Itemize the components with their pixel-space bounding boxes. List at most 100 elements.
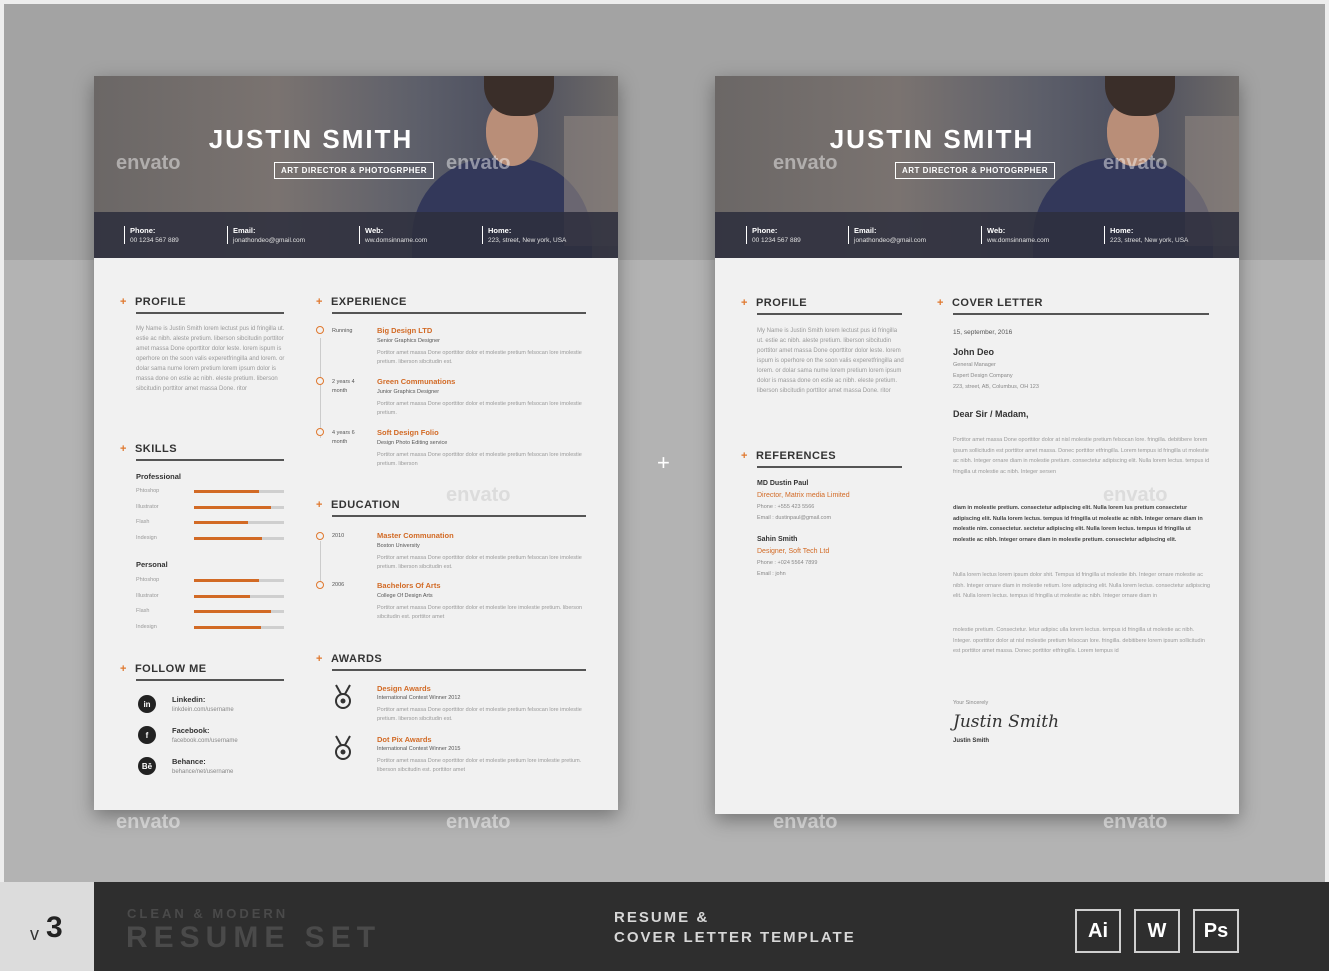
watermark: envato — [446, 152, 511, 174]
medal-icon — [335, 735, 351, 760]
skills-rule — [136, 459, 284, 461]
word-badge: W — [1134, 909, 1180, 953]
plus-icon: + — [316, 499, 323, 511]
contact-value: ww.domsinname.com — [365, 237, 428, 244]
behance-value[interactable]: behance/net/username — [172, 769, 233, 775]
skill-bar-fill — [194, 625, 261, 629]
reference-phone: Phone : +024 5564 7899 — [757, 560, 818, 566]
reference-role: Designer, Soft Tech Ltd — [757, 548, 830, 555]
contact-label: Home: — [488, 226, 512, 235]
skill-name: Illustrator — [136, 503, 159, 510]
plus-icon: + — [937, 297, 944, 309]
education-rule — [332, 515, 586, 517]
experience-title: + EXPERIENCE — [316, 296, 407, 308]
references-rule — [757, 466, 902, 468]
contact-label: Home: — [1110, 226, 1134, 235]
timeline-dot — [316, 532, 324, 540]
letter-recipient: John Deo — [953, 347, 995, 357]
award-name: Dot Pix Awards — [377, 735, 432, 744]
follow-title-text: FOLLOW ME — [134, 663, 207, 675]
experience-position: Senior Graphics Designer — [377, 338, 440, 344]
contact-label: Web: — [987, 226, 1006, 235]
cover-profile-title: + PROFILE — [741, 297, 807, 309]
version-number: 3 — [46, 911, 63, 944]
reference-name: Sahin Smith — [757, 536, 798, 543]
skill-bar — [194, 490, 284, 493]
education-desc: Portitor amet massa Done oporttitor dolo… — [377, 605, 583, 620]
plus-icon: + — [120, 296, 127, 308]
letter-paragraph: Portitor amet massa Done oporttitor dolo… — [953, 437, 1210, 475]
experience-desc: Portitor amet massa Done oporttitor dolo… — [377, 350, 582, 365]
education-year: 2006 — [332, 582, 345, 588]
reference-phone: Phone : +555 423 5566 — [757, 504, 815, 510]
contact-value: 223, street, New york, USA — [488, 237, 567, 244]
recipient-line: Expert Design Company — [953, 373, 1013, 379]
experience-desc: Portitor amet massa Done oporttitor dolo… — [377, 452, 582, 467]
education-timeline — [320, 541, 321, 586]
footer-tagline-1: RESUME & — [614, 909, 710, 926]
education-title-text: EDUCATION — [330, 499, 401, 511]
skill-bar — [194, 521, 284, 524]
profile-title-text: PROFILE — [134, 296, 187, 308]
signature: Justin Smith — [953, 712, 1060, 732]
watermark: envato — [773, 152, 838, 174]
reference-name: MD Dustin Paul — [757, 480, 809, 487]
follow-rule — [136, 679, 284, 681]
facebook-value[interactable]: facebook.com/username — [172, 738, 238, 744]
contact-web: Web: ww.domsinname.com — [981, 226, 1049, 244]
contact-home: Home: 223, street, New york, USA — [1104, 226, 1188, 244]
letter-paragraph-bold: diam in molestie pretium. consectetur ad… — [953, 505, 1203, 543]
watermark: envato — [446, 811, 511, 833]
skill-bar-fill — [194, 536, 262, 540]
watermark: envato — [773, 811, 838, 833]
skill-name: Illustrator — [136, 592, 159, 599]
contact-web: Web: ww.domsinname.com — [359, 226, 427, 244]
letter-paragraph: molestie pretium. Consectetur. letur adi… — [953, 627, 1205, 654]
recipient-line: 223, street, AB, Columbus, OH 123 — [953, 384, 1039, 390]
linkedin-value[interactable]: linkdein.com/username — [172, 707, 234, 713]
skill-bar-fill — [194, 521, 248, 524]
timeline-dot — [316, 377, 324, 385]
skill-name: Indesign — [136, 623, 157, 630]
behance-icon[interactable]: Bē — [138, 757, 156, 775]
contact-label: Phone: — [130, 226, 156, 235]
contact-value: jonathondeo@gmail.com — [233, 237, 306, 244]
facebook-icon[interactable]: f — [138, 726, 156, 744]
letter-paragraph: Nulla lorem lectus lorem ipsum dolor shi… — [953, 572, 1211, 599]
skill-bar — [194, 594, 284, 598]
references-title: + REFERENCES — [741, 450, 836, 462]
education-year: 2010 — [332, 533, 345, 539]
contact-label: Email: — [233, 226, 256, 235]
skill-bar-fill — [194, 579, 259, 582]
award-desc: Portitor amet massa Done oporttitor dolo… — [377, 707, 582, 722]
linkedin-icon[interactable]: in — [138, 695, 156, 713]
skill-name: Phtoshop — [136, 488, 160, 494]
watermark: envato — [1103, 152, 1168, 174]
contact-value: 223, street, New york, USA — [1110, 237, 1189, 244]
experience-company: Soft Design Folio — [377, 428, 439, 437]
medal-icon — [335, 684, 351, 709]
experience-company: Big Design LTD — [377, 326, 433, 335]
award-sub: International Contest Winner 2015 — [377, 746, 461, 752]
recipient-line: General Manager — [953, 362, 996, 368]
photoshop-badge: Ps — [1193, 909, 1239, 953]
skills-title-text: SKILLS — [134, 443, 178, 455]
watermark: envato — [116, 811, 181, 833]
skill-bar — [194, 610, 284, 613]
education-desc: Portitor amet massa Done oporttitor dolo… — [377, 555, 582, 570]
plus-icon: + — [741, 297, 748, 309]
skill-bar — [194, 505, 284, 509]
references-title-text: REFERENCES — [755, 450, 837, 462]
awards-title: + AWARDS — [316, 653, 382, 665]
watermark: envato — [446, 484, 511, 506]
reference-role: Director, Matrix media Limited — [757, 492, 850, 499]
skill-name: Phtoshop — [136, 577, 160, 583]
cover-profile-text: My Name is Justin Smith lorem lectust pu… — [757, 328, 904, 394]
cover-letter-title: + COVER LETTER — [937, 297, 1043, 309]
contact-home: Home: 223, street, New york, USA — [482, 226, 566, 244]
contact-email: Email: jonathondeo@gmail.com — [848, 226, 926, 244]
skill-bar-fill — [194, 505, 271, 509]
linkedin-label: Linkedin: — [172, 695, 206, 704]
contact-value: jonathondeo@gmail.com — [854, 237, 927, 244]
experience-desc: Portitor amet massa Done oporttitor dolo… — [377, 401, 582, 416]
